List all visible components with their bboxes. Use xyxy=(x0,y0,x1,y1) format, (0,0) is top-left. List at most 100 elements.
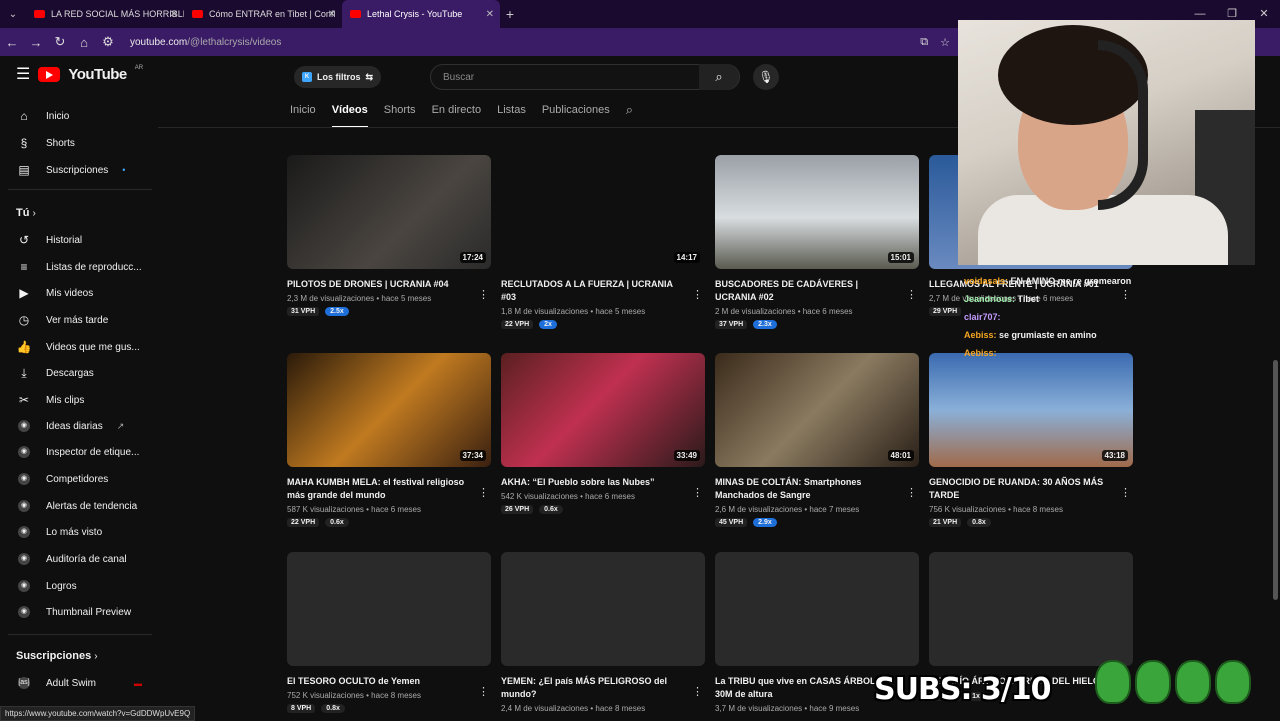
tab-publicaciones[interactable]: Publicaciones xyxy=(542,98,610,128)
reload-icon[interactable]: ↻ xyxy=(48,34,72,50)
menu-icon[interactable]: ☰ xyxy=(16,64,30,84)
sidebar-item-descargas[interactable]: ⤓ Descargas xyxy=(16,366,146,381)
tab-listas[interactable]: Listas xyxy=(497,98,526,128)
video-title[interactable]: YEMEN: ¿El país MÁS PELIGROSO del mundo? xyxy=(501,675,687,701)
more-options-icon[interactable]: ⋮ xyxy=(478,685,489,698)
more-options-icon[interactable]: ⋮ xyxy=(906,486,917,499)
video-card[interactable]: 48:01 MINAS DE COLTÁN: Smartphones Mancha… xyxy=(715,353,919,527)
video-title[interactable]: BUSCADORES DE CADÁVERES | UCRANIA #02 xyxy=(715,278,901,304)
video-card[interactable]: 37:34 MAHA KUMBH MELA: el festival religi… xyxy=(287,353,491,527)
page-scrollbar[interactable] xyxy=(1273,360,1278,600)
sidebar-item-adult-swim[interactable]: [as] Adult Swim ▬ xyxy=(16,677,146,689)
sidebar-item-shorts[interactable]: § Shorts xyxy=(16,136,146,150)
url-field[interactable]: youtube.com/@lethalcrysis/videos xyxy=(130,37,281,48)
video-thumbnail[interactable] xyxy=(929,552,1133,666)
close-tab-icon[interactable]: ✕ xyxy=(328,9,336,20)
youtube-logo-text[interactable]: YouTube xyxy=(68,66,127,83)
sidebar-item-inspector[interactable]: ◉ Inspector de etique... xyxy=(16,446,146,458)
video-thumbnail[interactable]: 17:24 xyxy=(287,155,491,269)
sidebar-item-mis-videos[interactable]: ▶ Mis videos xyxy=(16,286,146,300)
browser-tab-2[interactable]: Lethal Crysis - YouTube ✕ xyxy=(342,0,500,28)
video-thumbnail[interactable] xyxy=(287,552,491,666)
video-thumbnail[interactable]: 33:49 xyxy=(501,353,705,467)
sidebar-item-mas-visto[interactable]: ◉ Lo más visto xyxy=(16,526,146,538)
video-title[interactable]: MINAS DE COLTÁN: Smartphones Manchados d… xyxy=(715,476,901,502)
bookmark-star-icon[interactable]: ☆ xyxy=(940,36,950,49)
forward-icon[interactable]: → xyxy=(24,35,48,50)
sidebar-section-tu[interactable]: Tú › xyxy=(16,207,36,219)
tab-search-icon[interactable]: ⌄ xyxy=(0,9,26,20)
sidebar-item-inicio[interactable]: ⌂ Inicio xyxy=(16,109,146,123)
video-card[interactable]: 15:01 BUSCADORES DE CADÁVERES | UCRANIA #… xyxy=(715,155,919,329)
more-options-icon[interactable]: ⋮ xyxy=(692,288,703,301)
more-options-icon[interactable]: ⋮ xyxy=(478,288,489,301)
channel-search-icon[interactable]: ⌕ xyxy=(626,98,633,118)
sidebar-item-ver-mas-tarde[interactable]: ◷ Ver más tarde xyxy=(16,313,146,327)
more-options-icon[interactable]: ⋮ xyxy=(692,685,703,698)
sidebar-item-historial[interactable]: ↺ Historial xyxy=(16,233,146,247)
sidebar-item-alertas[interactable]: ◉ Alertas de tendencia xyxy=(16,500,146,512)
close-tab-icon[interactable]: ✕ xyxy=(486,9,494,20)
video-title[interactable]: MAHA KUMBH MELA: el festival religioso m… xyxy=(287,476,473,502)
frog-icon xyxy=(1215,660,1251,704)
video-title[interactable]: RECLUTADOS A LA FUERZA | UCRANIA #03 xyxy=(501,278,687,304)
video-thumbnail[interactable] xyxy=(715,552,919,666)
section-title: Suscripciones xyxy=(16,650,92,662)
outlier-ratio-badge: 2.3x xyxy=(753,320,777,329)
search-input[interactable]: Buscar xyxy=(431,72,699,83)
more-options-icon[interactable]: ⋮ xyxy=(1120,486,1131,499)
voice-search-button[interactable]: 🎙 xyxy=(753,64,779,90)
search-button[interactable]: ⌕ xyxy=(699,64,739,90)
video-card[interactable]: 17:24 PILOTOS DE DRONES | UCRANIA #04 ⋮ 2,3… xyxy=(287,155,491,316)
browser-tab-1[interactable]: Cómo ENTRAR en Tibet | Confl ✕ xyxy=(184,0,342,28)
sidebar-item-logros[interactable]: ◉ Logros xyxy=(16,580,146,592)
sidebar-item-suscripciones[interactable]: ▤ Suscripciones • xyxy=(16,163,146,177)
more-options-icon[interactable]: ⋮ xyxy=(478,486,489,499)
outlier-ratio-badge: 0.8x xyxy=(967,518,991,527)
home-browser-icon[interactable]: ⌂ xyxy=(72,35,96,50)
video-title[interactable]: PILOTOS DE DRONES | UCRANIA #04 xyxy=(287,278,473,291)
video-card[interactable]: 43:18 GENOCIDIO DE RUANDA: 30 AÑOS MÁS TA… xyxy=(929,353,1133,527)
video-card[interactable]: El TESORO OCULTO de Yemen ⋮ 752 K visualiz… xyxy=(287,552,491,713)
more-options-icon[interactable]: ⋮ xyxy=(692,486,703,499)
sidebar-item-thumbnail-preview[interactable]: ◉ Thumbnail Preview xyxy=(16,606,146,618)
close-tab-icon[interactable]: ✕ xyxy=(170,9,178,20)
install-app-icon[interactable]: ⧉ xyxy=(920,36,928,49)
video-thumbnail[interactable]: 37:34 xyxy=(287,353,491,467)
sidebar-divider xyxy=(8,189,152,190)
filters-button[interactable]: K Los filtros ⇆ xyxy=(294,66,382,88)
sidebar-item-label: Videos que me gus... xyxy=(46,341,140,353)
back-icon[interactable]: ← xyxy=(0,35,24,50)
chat-user: clair707: xyxy=(964,312,1001,322)
video-title[interactable]: AKHA: “El Pueblo sobre las Nubes” xyxy=(501,476,687,489)
youtube-logo-icon[interactable] xyxy=(38,66,61,82)
sidebar-item-competidores[interactable]: ◉ Competidores xyxy=(16,473,146,485)
site-info-icon[interactable]: ⚙ xyxy=(96,34,120,50)
more-options-icon[interactable]: ⋮ xyxy=(906,288,917,301)
sidebar-item-ideas-diarias[interactable]: ◉ Ideas diarias ↗ xyxy=(16,420,146,432)
video-title[interactable]: GENOCIDIO DE RUANDA: 30 AÑOS MÁS TARDE xyxy=(929,476,1115,502)
video-thumbnail[interactable] xyxy=(501,552,705,666)
sidebar-item-label: Inicio xyxy=(46,110,70,122)
sidebar-item-listas[interactable]: ≡ Listas de reproducc... xyxy=(16,260,146,274)
video-thumbnail[interactable]: 15:01 xyxy=(715,155,919,269)
sidebar-section-suscripciones[interactable]: Suscripciones › xyxy=(16,650,98,662)
tab-shorts[interactable]: Shorts xyxy=(384,98,416,128)
sidebar-item-mis-clips[interactable]: ✂ Mis clips xyxy=(16,393,146,407)
new-tab-button[interactable]: + xyxy=(500,6,520,22)
video-card[interactable]: YEMEN: ¿El país MÁS PELIGROSO del mundo?… xyxy=(501,552,705,717)
video-thumbnail[interactable]: 48:01 xyxy=(715,353,919,467)
video-thumbnail[interactable]: 43:18 xyxy=(929,353,1133,467)
video-thumbnail[interactable]: 14:17 xyxy=(501,155,705,269)
filters-label: Los filtros xyxy=(317,72,361,82)
tab-en-directo[interactable]: En directo xyxy=(432,98,482,128)
video-card[interactable]: 14:17 RECLUTADOS A LA FUERZA | UCRANIA #0… xyxy=(501,155,705,329)
filter-extension-icon: K xyxy=(302,72,312,82)
tab-videos[interactable]: Vídeos xyxy=(331,98,368,128)
video-title[interactable]: El TESORO OCULTO de Yemen xyxy=(287,675,473,688)
sidebar-item-auditoria[interactable]: ◉ Auditoría de canal xyxy=(16,553,146,565)
video-card[interactable]: 33:49 AKHA: “El Pueblo sobre las Nubes” ⋮ 5… xyxy=(501,353,705,514)
sidebar-item-videos-gustan[interactable]: 👍 Videos que me gus... xyxy=(16,340,146,354)
browser-tab-0[interactable]: LA RED SOCIAL MÁS HORRIBLE ✕ xyxy=(26,0,184,28)
tab-inicio[interactable]: Inicio xyxy=(290,98,316,128)
